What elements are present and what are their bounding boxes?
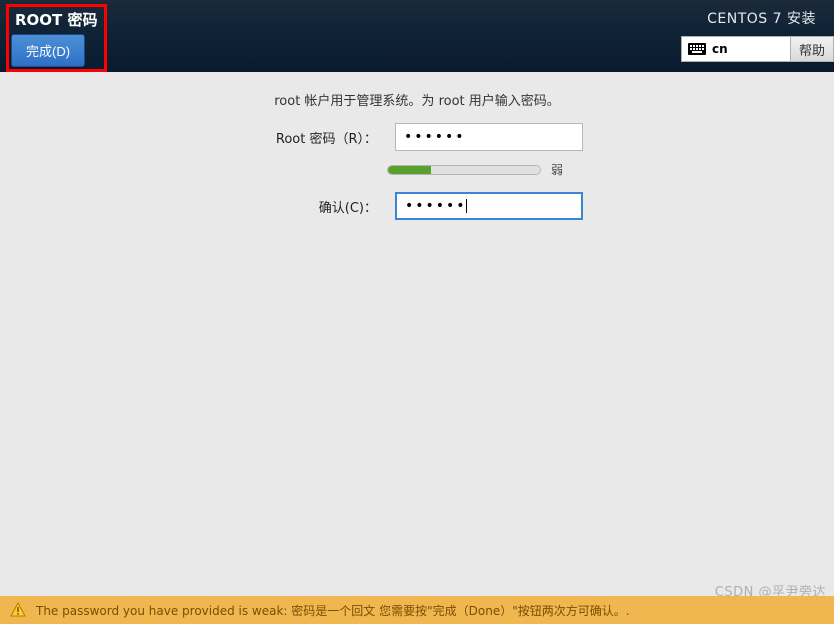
root-password-input[interactable]	[395, 123, 583, 151]
done-button[interactable]: 完成(D)	[11, 34, 85, 67]
description-text: root 帐户用于管理系统。为 root 用户输入密码。	[274, 90, 560, 109]
help-label: 帮助	[799, 40, 825, 59]
done-highlight-box: ROOT 密码 完成(D)	[6, 4, 107, 72]
confirm-password-input[interactable]: ••••••	[395, 192, 583, 220]
status-warning-text: The password you have provided is weak: …	[36, 602, 630, 619]
confirm-password-value: ••••••	[405, 198, 467, 214]
text-cursor	[466, 199, 467, 213]
status-bar: The password you have provided is weak: …	[0, 596, 834, 624]
screen-title: ROOT 密码	[11, 9, 102, 34]
topbar-left: ROOT 密码 完成(D)	[0, 0, 113, 72]
keyboard-layout-indicator[interactable]: cn	[681, 36, 791, 62]
confirm-row: 确认(C)： ••••••	[117, 192, 717, 220]
keyboard-icon	[688, 43, 706, 55]
topbar-right: CENTOS 7 安装	[681, 0, 834, 72]
password-strength-bar	[387, 165, 541, 175]
password-strength-label: 弱	[551, 161, 563, 178]
password-row: Root 密码（R）：	[117, 123, 717, 151]
help-button[interactable]: 帮助	[791, 36, 834, 62]
warning-icon	[10, 602, 26, 618]
installer-title: CENTOS 7 安装	[707, 8, 834, 28]
password-strength-fill	[388, 166, 431, 174]
confirm-label: 确认(C)：	[237, 197, 377, 216]
strength-row: 弱	[117, 161, 717, 178]
keyboard-layout-text: cn	[712, 42, 728, 56]
top-bar: ROOT 密码 完成(D) CENTOS 7 安装	[0, 0, 834, 72]
password-label: Root 密码（R）：	[237, 128, 377, 147]
content-area: root 帐户用于管理系统。为 root 用户输入密码。 Root 密码（R）：…	[0, 72, 834, 230]
right-controls: cn 帮助	[681, 36, 834, 62]
